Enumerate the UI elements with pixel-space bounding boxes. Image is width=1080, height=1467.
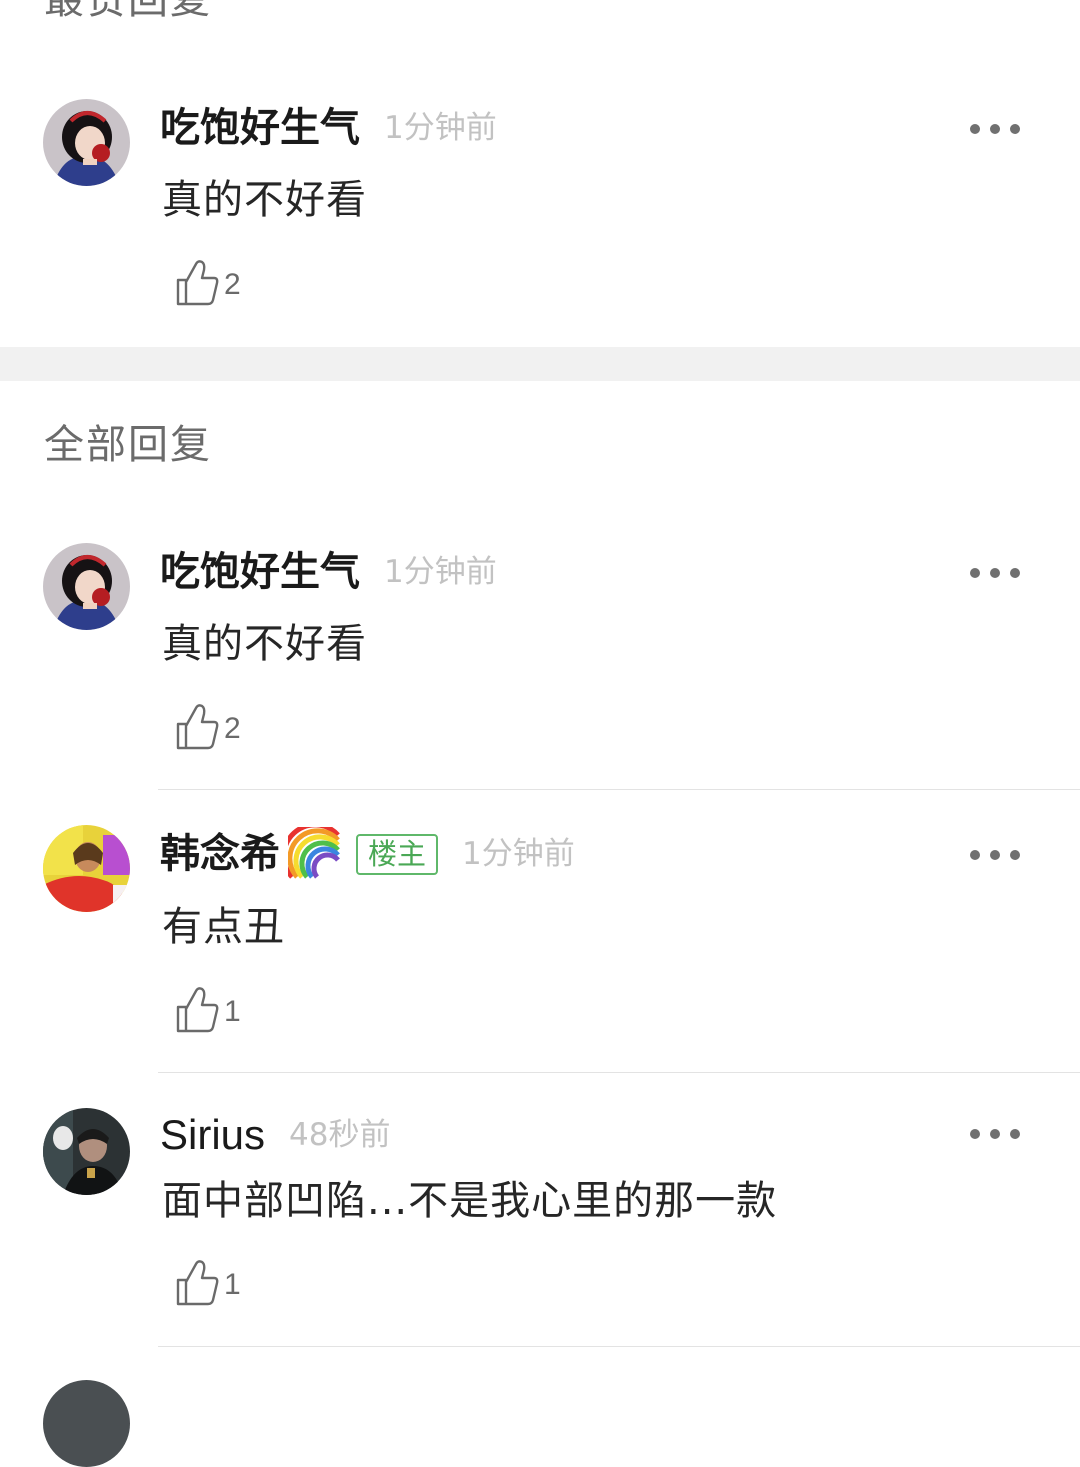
- rainbow-emoji-icon: [281, 822, 342, 881]
- more-options-icon[interactable]: [970, 563, 1022, 581]
- section-title-all-replies: 全部回复: [44, 422, 212, 468]
- like-count: 2: [224, 268, 241, 301]
- comment-text: 面中部凹陷...不是我心里的那一款: [162, 1178, 778, 1224]
- op-badge: 楼主: [356, 833, 439, 875]
- thumbs-up-icon: [174, 702, 220, 750]
- more-options-icon[interactable]: [970, 845, 1022, 863]
- thumbs-up-icon: [174, 985, 220, 1033]
- like-button[interactable]: 1: [174, 1258, 241, 1306]
- section-title-top-replies: 最赞回复: [44, 0, 212, 23]
- timestamp: 1分钟前: [384, 553, 497, 590]
- comment-text: 真的不好看: [162, 177, 367, 223]
- like-count: 1: [224, 995, 241, 1028]
- like-count: 2: [224, 712, 241, 745]
- thumbs-up-icon: [174, 1258, 220, 1306]
- avatar[interactable]: [43, 543, 130, 630]
- comment-separator: [158, 1346, 1080, 1347]
- avatar[interactable]: [43, 1380, 130, 1467]
- timestamp: 1分钟前: [462, 835, 575, 872]
- avatar[interactable]: [43, 99, 130, 186]
- comment-separator: [158, 1072, 1080, 1073]
- more-options-icon[interactable]: [970, 1124, 1022, 1142]
- avatar[interactable]: [43, 1108, 130, 1195]
- comment-text: 真的不好看: [162, 621, 367, 667]
- comment-separator: [158, 789, 1080, 790]
- thumbs-up-icon: [174, 258, 220, 306]
- section-divider: [0, 347, 1080, 381]
- username[interactable]: 吃饱好生气: [160, 108, 360, 148]
- comment-text: 有点丑: [162, 904, 285, 950]
- avatar[interactable]: [43, 825, 130, 912]
- like-button[interactable]: 2: [174, 258, 241, 306]
- username[interactable]: Sirius: [160, 1114, 265, 1156]
- timestamp: 48秒前: [289, 1116, 391, 1153]
- username[interactable]: 韩念希: [160, 834, 280, 874]
- username[interactable]: 吃饱好生气: [160, 552, 360, 592]
- like-count: 1: [224, 1268, 241, 1301]
- more-options-icon[interactable]: [970, 119, 1022, 137]
- like-button[interactable]: 2: [174, 702, 241, 750]
- like-button[interactable]: 1: [174, 985, 241, 1033]
- timestamp: 1分钟前: [384, 109, 497, 146]
